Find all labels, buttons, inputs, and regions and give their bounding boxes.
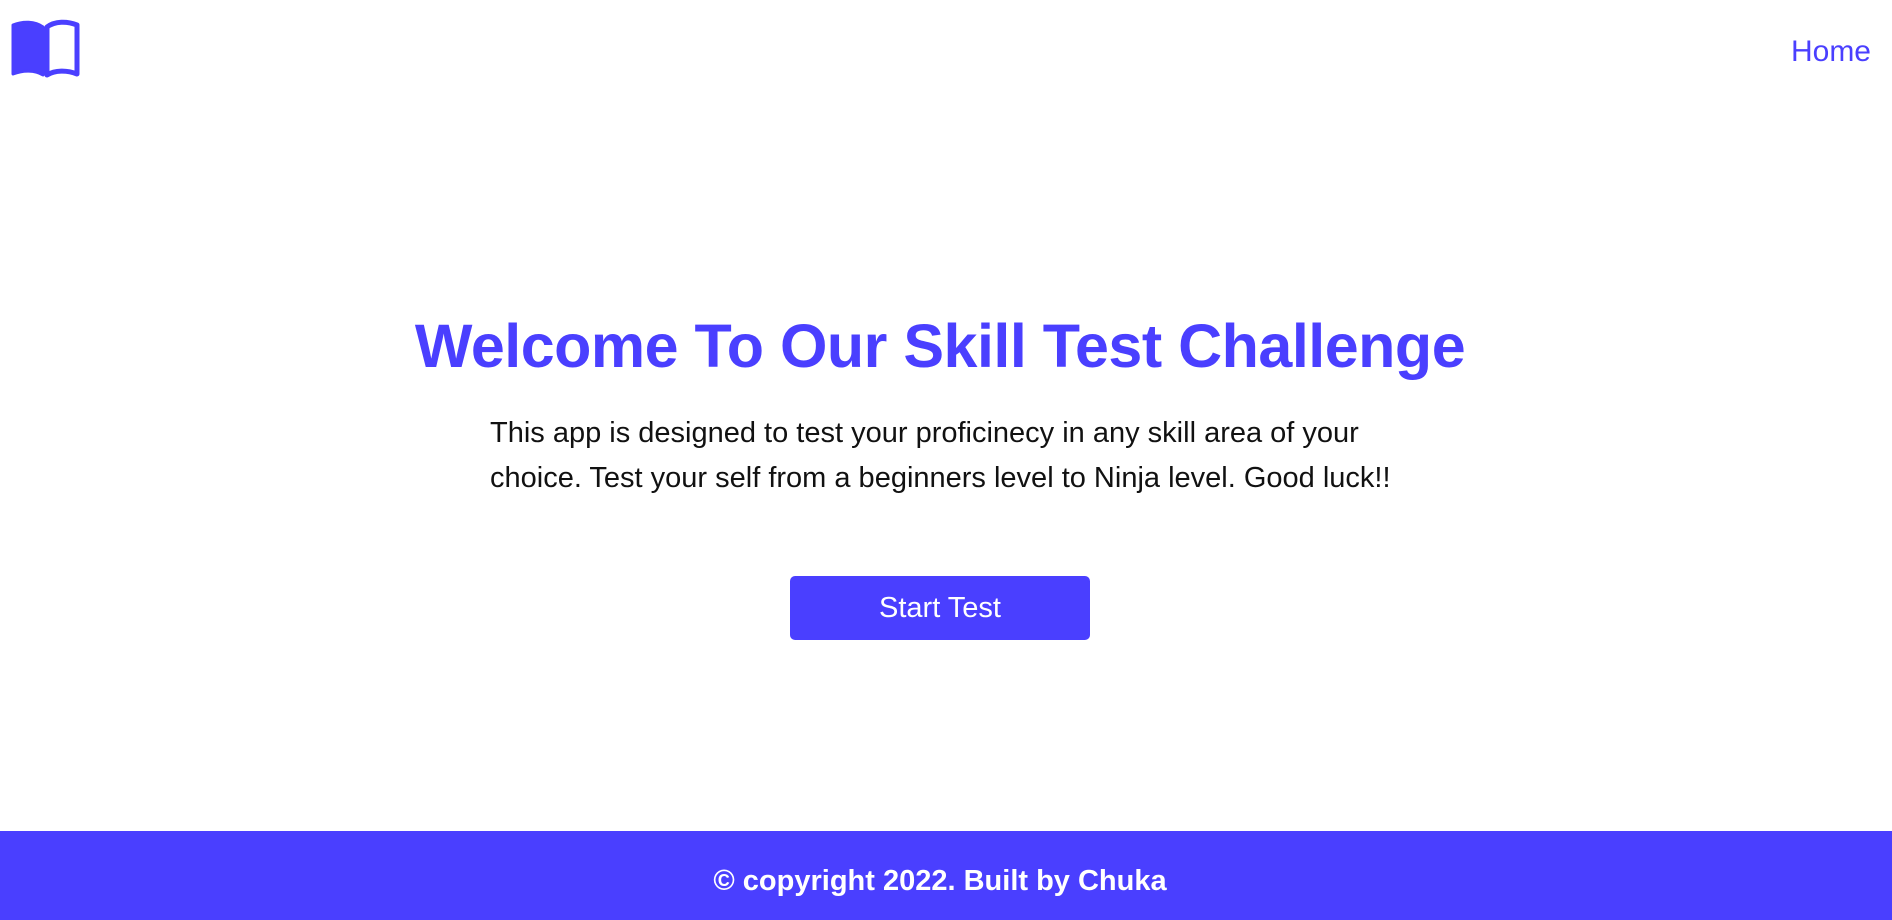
start-test-button[interactable]: Start Test [790,576,1090,640]
nav-home-link[interactable]: Home [1791,34,1871,70]
page-title: Welcome To Our Skill Test Challenge [414,312,1466,380]
hero-description: This app is designed to test your profic… [490,417,1391,494]
page: Home Welcome To Our Skill Test Challenge… [0,0,1892,920]
logo-link[interactable] [9,19,81,79]
site-header: Home [0,0,1892,110]
footer-copyright: © copyright 2022. Built by Chuka [713,865,1167,897]
site-footer: © copyright 2022. Built by Chuka [0,831,1892,920]
open-book-icon [9,19,81,79]
